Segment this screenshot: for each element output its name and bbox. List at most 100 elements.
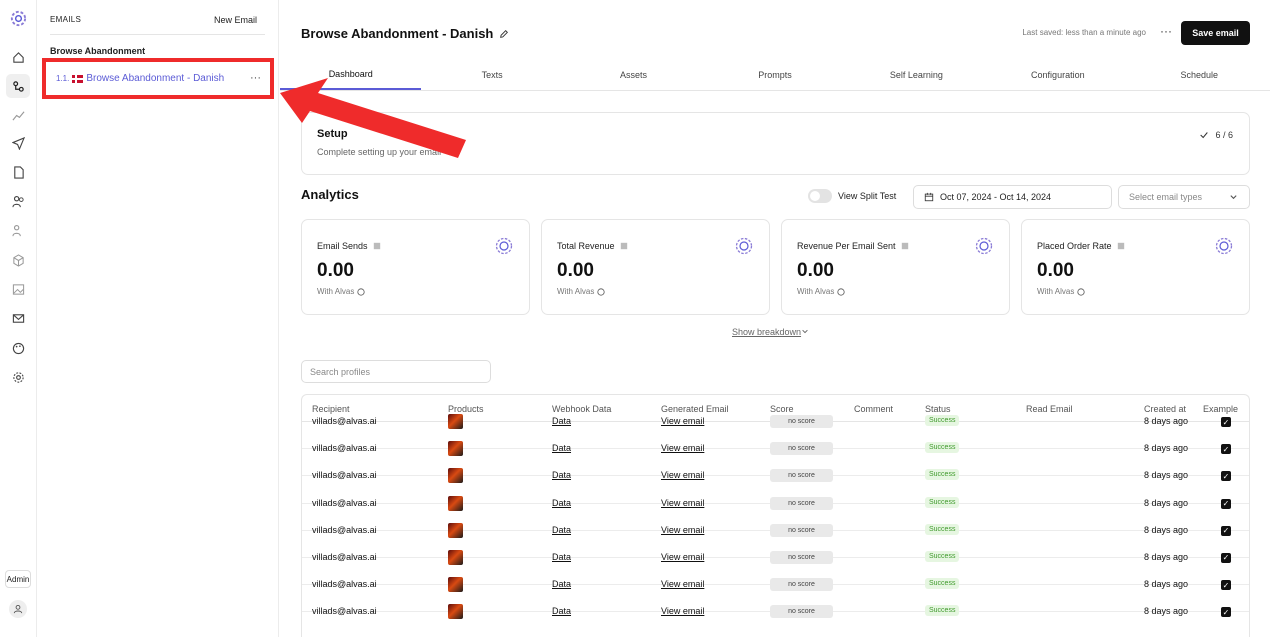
email-item-menu-icon[interactable]: ··· (250, 72, 261, 84)
view-email-link[interactable]: View email (661, 416, 704, 426)
metric-value: 0.00 (1037, 260, 1074, 281)
webhook-data-link[interactable]: Data (552, 498, 571, 508)
show-breakdown-link[interactable]: Show breakdown (732, 327, 809, 337)
email-list-item[interactable]: 1.1. Browse Abandonment - Danish ··· (42, 58, 274, 99)
document-icon[interactable] (9, 163, 27, 181)
page-title: Browse Abandonment - Danish (301, 26, 509, 41)
metric-label: Placed Order Rate (1037, 241, 1112, 251)
view-email-link[interactable]: View email (661, 443, 704, 453)
view-email-link[interactable]: View email (661, 579, 704, 589)
edit-pencil-icon[interactable] (499, 29, 509, 39)
product-thumbnail-icon[interactable] (448, 441, 463, 457)
tab-assets[interactable]: Assets (563, 60, 704, 90)
product-thumbnail-icon[interactable] (448, 577, 463, 593)
view-email-link[interactable]: View email (661, 552, 704, 562)
product-thumbnail-icon[interactable] (448, 604, 463, 620)
search-profiles-input[interactable]: Search profiles (301, 360, 491, 383)
view-email-link[interactable]: View email (661, 498, 704, 508)
box-icon[interactable] (9, 251, 27, 269)
webhook-data-link[interactable]: Data (552, 443, 571, 453)
webhook-data-link[interactable]: Data (552, 470, 571, 480)
settings-icon[interactable] (9, 368, 27, 386)
col-example[interactable]: Example (1203, 404, 1238, 414)
created-at-cell: 8 days ago (1144, 443, 1189, 454)
email-item-number: 1.1. (56, 74, 70, 83)
created-at-cell: 8 days ago (1144, 524, 1189, 535)
webhook-data-link[interactable]: Data (552, 606, 571, 616)
user-avatar-icon[interactable] (9, 600, 27, 618)
example-checkbox[interactable]: ✓ (1221, 607, 1231, 618)
email-types-select[interactable]: Select email types (1118, 185, 1250, 209)
save-email-button[interactable]: Save email (1181, 21, 1250, 45)
webhook-data-link[interactable]: Data (552, 525, 571, 535)
col-recipient[interactable]: Recipient (312, 404, 350, 414)
divider (50, 34, 265, 35)
webhook-data-link[interactable]: Data (552, 416, 571, 426)
info-square-icon[interactable] (901, 242, 909, 250)
score-badge: no score (770, 550, 833, 564)
col-webhook[interactable]: Webhook Data (552, 404, 611, 414)
product-thumbnail-icon[interactable] (448, 468, 463, 484)
view-email-link[interactable]: View email (661, 606, 704, 616)
info-icon[interactable] (357, 287, 365, 296)
tab-prompts[interactable]: Prompts (704, 60, 845, 90)
view-email-link[interactable]: View email (661, 525, 704, 535)
tab-self-learning[interactable]: Self Learning (846, 60, 987, 90)
metric-sub: With Alvas (1037, 287, 1085, 296)
palette-icon[interactable] (9, 339, 27, 357)
tab-schedule[interactable]: Schedule (1129, 60, 1270, 90)
email-item-name: Browse Abandonment - Danish (86, 73, 225, 84)
status-badge: Success (925, 523, 960, 535)
example-checkbox[interactable]: ✓ (1221, 417, 1231, 427)
col-status[interactable]: Status (925, 404, 951, 414)
check-icon (1200, 132, 1209, 139)
col-generated-email[interactable]: Generated Email (661, 404, 729, 414)
split-test-toggle[interactable] (808, 189, 832, 203)
example-checkbox[interactable]: ✓ (1221, 525, 1231, 536)
info-icon[interactable] (1077, 287, 1085, 296)
product-thumbnail-icon[interactable] (448, 522, 463, 538)
webhook-data-link[interactable]: Data (552, 579, 571, 589)
home-icon[interactable] (9, 48, 27, 66)
new-email-button[interactable]: New Email (214, 15, 257, 25)
users-icon[interactable] (9, 192, 27, 210)
metric-value: 0.00 (797, 260, 834, 281)
alvas-spiral-icon (1215, 237, 1233, 255)
date-range-picker[interactable]: Oct 07, 2024 - Oct 14, 2024 (913, 185, 1112, 209)
example-checkbox[interactable]: ✓ (1221, 444, 1231, 455)
image-icon[interactable] (9, 280, 27, 298)
chart-icon[interactable] (9, 106, 27, 124)
col-read-email[interactable]: Read Email (1026, 404, 1073, 414)
example-checkbox[interactable]: ✓ (1221, 471, 1231, 482)
tab-configuration[interactable]: Configuration (987, 60, 1128, 90)
table-row[interactable]: villads@alvas.ai Data View email no scor… (302, 604, 1249, 637)
col-products[interactable]: Products (448, 404, 484, 414)
mail-icon[interactable] (9, 309, 27, 327)
alvas-logo-icon[interactable] (9, 9, 28, 28)
last-saved-text: Last saved: less than a minute ago (1022, 28, 1146, 37)
flows-icon[interactable] (6, 74, 30, 98)
view-email-link[interactable]: View email (661, 470, 704, 480)
info-icon[interactable] (837, 287, 845, 296)
info-square-icon[interactable] (373, 242, 381, 250)
product-thumbnail-icon[interactable] (448, 414, 463, 429)
info-icon[interactable] (597, 287, 605, 296)
info-square-icon[interactable] (1117, 242, 1125, 250)
send-icon[interactable] (9, 134, 27, 152)
col-score[interactable]: Score (770, 404, 794, 414)
created-at-cell: 8 days ago (1144, 416, 1189, 426)
split-test-label: View Split Test (838, 191, 897, 201)
more-options-icon[interactable]: ··· (1160, 24, 1172, 38)
admin-button[interactable]: Admin (5, 570, 31, 588)
metric-card: Total Revenue 0.00 With Alvas (541, 219, 770, 315)
info-square-icon[interactable] (620, 242, 628, 250)
col-created-at[interactable]: Created at (1144, 404, 1186, 414)
example-checkbox[interactable]: ✓ (1221, 498, 1231, 509)
example-checkbox[interactable]: ✓ (1221, 580, 1231, 591)
product-thumbnail-icon[interactable] (448, 495, 463, 511)
product-thumbnail-icon[interactable] (448, 549, 463, 565)
audience-icon[interactable] (9, 221, 27, 239)
example-checkbox[interactable]: ✓ (1221, 552, 1231, 563)
col-comment[interactable]: Comment (854, 404, 893, 414)
webhook-data-link[interactable]: Data (552, 552, 571, 562)
